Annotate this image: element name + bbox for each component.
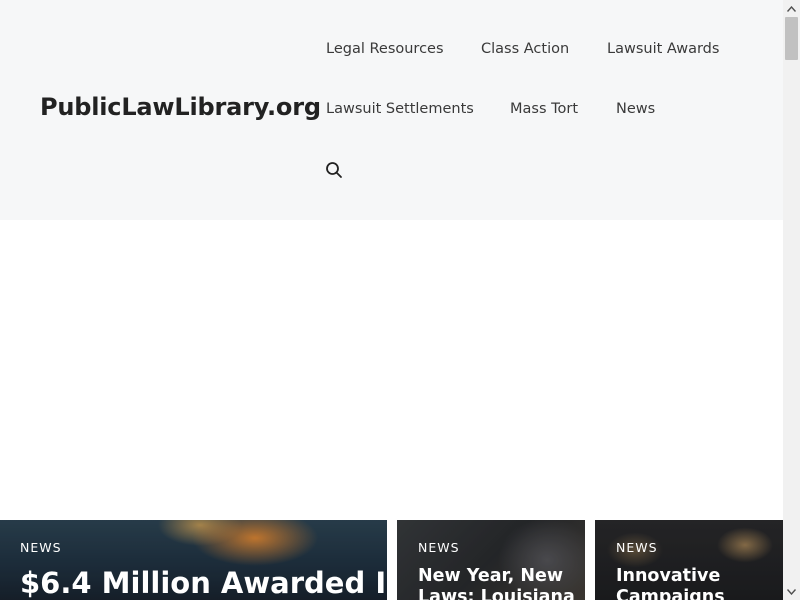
post-card[interactable]: NEWS Innovative Campaigns xyxy=(595,520,783,600)
ad-space xyxy=(0,220,783,520)
nav-item-legal-resources[interactable]: Legal Resources xyxy=(326,41,444,57)
site-logo[interactable]: PublicLawLibrary.org xyxy=(40,93,321,121)
vertical-scrollbar[interactable] xyxy=(783,0,800,600)
post-title-link[interactable]: $6.4 Million Awarded In xyxy=(20,566,387,600)
search-icon[interactable] xyxy=(324,160,344,180)
featured-post-card[interactable]: NEWS $6.4 Million Awarded In xyxy=(0,520,387,600)
scroll-down-arrow-icon[interactable] xyxy=(783,583,800,600)
post-title-link[interactable]: New Year, New Laws: Louisiana xyxy=(418,566,578,600)
scroll-thumb[interactable] xyxy=(785,17,798,60)
nav-item-news[interactable]: News xyxy=(616,101,655,117)
post-category-link[interactable]: NEWS xyxy=(616,540,658,555)
post-category-link[interactable]: NEWS xyxy=(418,540,460,555)
nav-item-class-action[interactable]: Class Action xyxy=(481,41,569,57)
post-category-link[interactable]: NEWS xyxy=(20,540,62,555)
nav-item-lawsuit-settlements[interactable]: Lawsuit Settlements xyxy=(326,101,474,117)
nav-item-lawsuit-awards[interactable]: Lawsuit Awards xyxy=(607,41,719,57)
nav-item-mass-tort[interactable]: Mass Tort xyxy=(510,101,578,117)
post-card[interactable]: NEWS New Year, New Laws: Louisiana xyxy=(397,520,585,600)
post-title-link[interactable]: Innovative Campaigns xyxy=(616,566,776,600)
scroll-up-arrow-icon[interactable] xyxy=(783,0,800,17)
site-header: PublicLawLibrary.org Legal Resources Cla… xyxy=(0,0,783,220)
